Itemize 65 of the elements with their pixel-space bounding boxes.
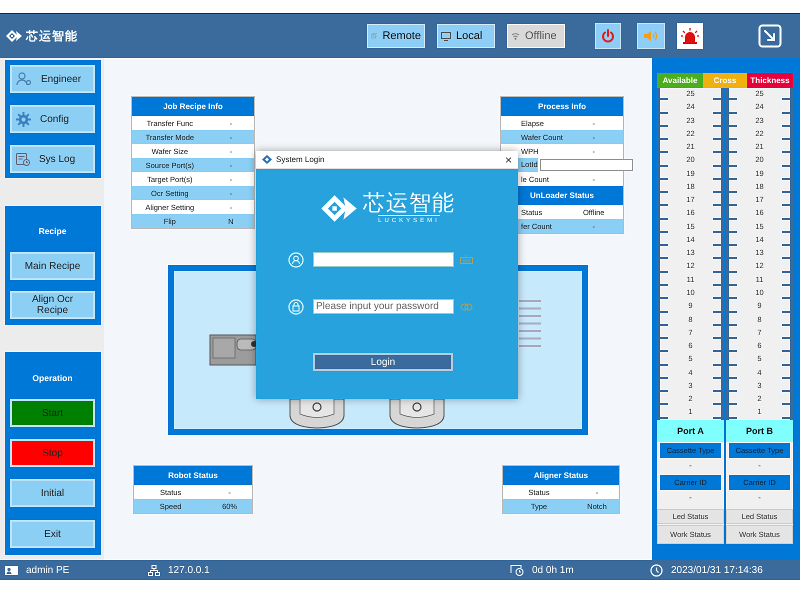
speaker-icon [643, 30, 659, 42]
field-value: - [757, 492, 762, 504]
robot-drawing [390, 398, 444, 428]
login-button[interactable]: Login [313, 353, 453, 371]
sidebar-button[interactable]: Main Recipe [10, 252, 95, 280]
loadport-drawing [210, 334, 257, 366]
exit-fullscreen-button[interactable] [757, 23, 783, 49]
logo-icon [5, 29, 23, 43]
field-value: - [688, 460, 693, 472]
user-icon [288, 252, 304, 268]
panel-title: Recipe [38, 225, 68, 238]
gear-icon [16, 112, 31, 126]
panel-header: Aligner Status [503, 466, 619, 485]
port-header: Port B [726, 420, 793, 442]
app-icon [262, 155, 272, 164]
network-icon [148, 564, 160, 576]
robot-drawing [290, 398, 344, 428]
log-icon [16, 152, 30, 166]
power-icon [601, 29, 615, 43]
power-button[interactable] [595, 23, 621, 49]
field-value: - [688, 492, 693, 504]
brand-name: 芯运智能 [363, 191, 455, 215]
mode-button[interactable]: Remote [367, 24, 425, 48]
legend-tag: Available [657, 73, 703, 88]
keyboard-icon [460, 255, 473, 264]
status-text: 0d 0h 1m [532, 564, 574, 576]
eye-icon [460, 302, 473, 310]
panel-header: Robot Status [134, 466, 252, 485]
sidebar-button[interactable]: Engineer [10, 65, 95, 93]
clock-icon [650, 564, 663, 576]
panel-header: Job Recipe Info [132, 97, 254, 116]
siren-icon [681, 28, 699, 44]
mode-button[interactable]: Local [437, 24, 495, 48]
mode-button[interactable]: Offline [507, 24, 565, 48]
sidebar-button[interactable]: Align Ocr Recipe [10, 291, 95, 319]
status-text: 2023/01/31 17:14:36 [671, 564, 763, 576]
alarm-button[interactable] [677, 23, 703, 49]
status-text: 127.0.0.1 [168, 564, 210, 576]
legend-tag: Cross [703, 73, 747, 88]
panel-title: Operation [31, 372, 74, 385]
exit-fullscreen-icon [758, 24, 782, 48]
port-header: Port A [657, 420, 724, 442]
panel-header: Process Info [501, 97, 623, 116]
sidebar-button[interactable]: Stop [10, 439, 95, 467]
wafer-rack-drawing [519, 300, 541, 347]
username-field[interactable] [313, 252, 454, 267]
lock-icon [288, 298, 304, 314]
sidebar-button[interactable]: Sys Log [10, 145, 95, 173]
logo-text: 芯运智能 [26, 28, 78, 44]
lot-id-field[interactable] [540, 159, 633, 171]
monitor-icon [441, 32, 451, 40]
remote-icon [371, 31, 378, 41]
logo-icon [319, 192, 359, 224]
id-card-icon [5, 566, 18, 574]
wifi-icon [511, 32, 520, 40]
sidebar-button[interactable]: Initial [10, 479, 95, 507]
dialog-title: System Login [276, 155, 324, 164]
field-value: - [757, 460, 762, 472]
legend-tag: Thickness [747, 73, 793, 88]
user-icon [16, 72, 32, 86]
password-field[interactable]: Please input your password [313, 299, 454, 314]
timer-icon [510, 564, 524, 576]
sidebar-button[interactable]: Config [10, 105, 95, 133]
sidebar-button[interactable]: Exit [10, 520, 95, 548]
status-text: admin PE [26, 564, 70, 576]
